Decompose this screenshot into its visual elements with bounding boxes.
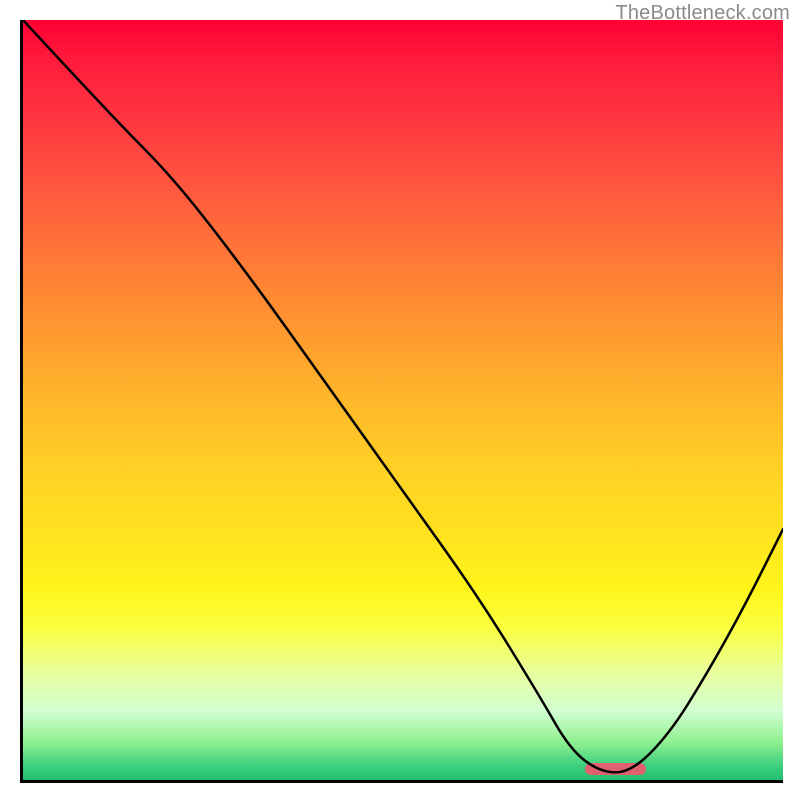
chart-container: TheBottleneck.com (0, 0, 800, 800)
bottleneck-curve (23, 20, 783, 780)
plot-area (20, 20, 783, 783)
